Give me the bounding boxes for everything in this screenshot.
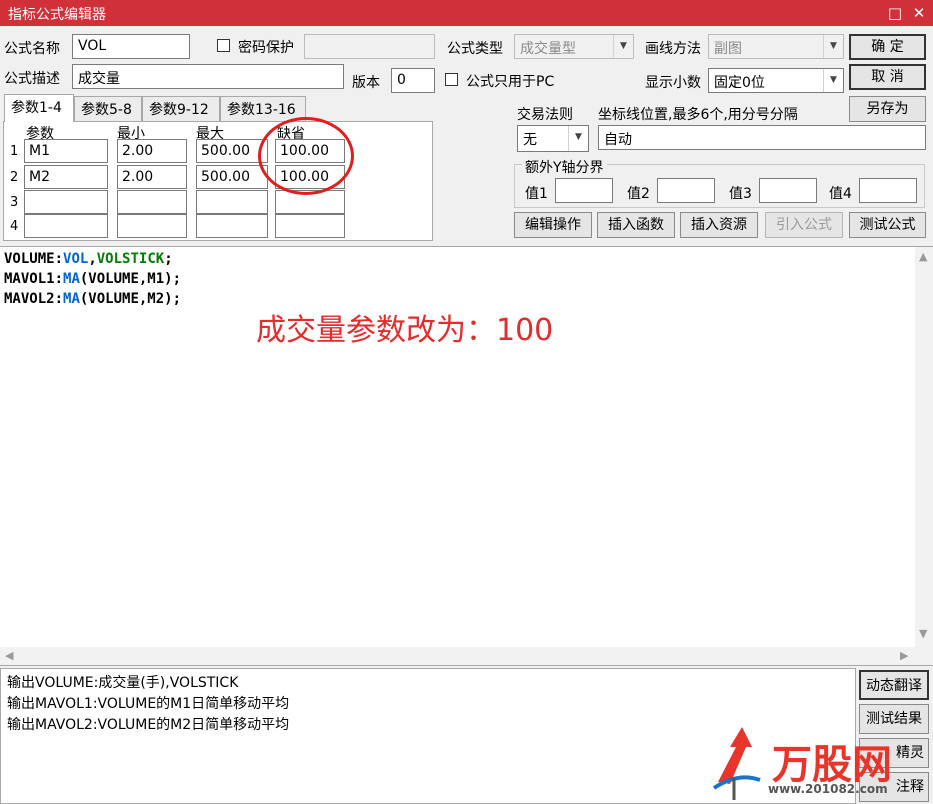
trade-rule-value: 无 bbox=[523, 132, 537, 148]
coord-input[interactable]: 自动 bbox=[598, 125, 926, 150]
param-name-cell[interactable]: M2 bbox=[24, 165, 108, 189]
formula-desc-label: 公式描述 bbox=[4, 71, 60, 87]
val1-input[interactable] bbox=[555, 178, 613, 203]
coord-label: 坐标线位置,最多6个,用分号分隔 bbox=[598, 107, 798, 123]
val1-label: 值1 bbox=[525, 186, 548, 202]
tab-params-9-12[interactable]: 参数9-12 bbox=[142, 96, 220, 121]
val2-input[interactable] bbox=[657, 178, 715, 203]
formula-name-label: 公式名称 bbox=[4, 41, 60, 57]
output-line: 输出MAVOL1:VOLUME的M1日简单移动平均 bbox=[7, 696, 290, 712]
row-number: 2 bbox=[10, 170, 19, 185]
title-bar: 指标公式编辑器 □ ✕ bbox=[0, 0, 933, 26]
scroll-up-icon[interactable]: ▲ bbox=[919, 250, 927, 263]
decimal-value: 固定0位 bbox=[714, 75, 765, 91]
output-line: 输出VOLUME:成交量(手),VOLSTICK bbox=[7, 675, 239, 691]
scroll-right-icon[interactable]: ▶ bbox=[900, 649, 908, 662]
chevron-down-icon: ▼ bbox=[568, 126, 588, 151]
tab-params-5-8[interactable]: 参数5-8 bbox=[74, 96, 142, 121]
param-name-cell[interactable] bbox=[24, 214, 108, 238]
decimal-select[interactable]: 固定0位 ▼ bbox=[708, 68, 844, 93]
edit-ops-button[interactable]: 编辑操作 bbox=[514, 212, 592, 238]
chevron-down-icon: ▼ bbox=[613, 35, 633, 58]
cancel-button[interactable]: 取 消 bbox=[849, 64, 926, 90]
vertical-scrollbar[interactable]: ▲ ▼ bbox=[915, 247, 933, 647]
draw-method-value: 副图 bbox=[714, 41, 742, 57]
val3-label: 值3 bbox=[729, 186, 752, 202]
pc-only-checkbox[interactable] bbox=[445, 73, 458, 86]
param-max-cell[interactable]: 500.00 bbox=[196, 165, 268, 189]
ok-button[interactable]: 确 定 bbox=[849, 34, 926, 60]
param-max-cell[interactable] bbox=[196, 214, 268, 238]
horizontal-scrollbar[interactable]: ◀ ▶ bbox=[0, 647, 933, 665]
version-input[interactable]: 0 bbox=[391, 68, 435, 93]
watermark-url: www.201082.com bbox=[768, 782, 888, 796]
watermark-logo: 万股网 www.201082.com bbox=[708, 722, 908, 802]
formula-type-select: 成交量型 ▼ bbox=[514, 34, 634, 59]
param-max-cell[interactable] bbox=[196, 190, 268, 214]
extra-y-label: 额外Y轴分界 bbox=[522, 157, 607, 177]
param-name-cell[interactable]: M1 bbox=[24, 139, 108, 163]
param-name-cell[interactable] bbox=[24, 190, 108, 214]
val2-label: 值2 bbox=[627, 186, 650, 202]
chevron-down-icon: ▼ bbox=[823, 69, 843, 92]
tab-params-1-4[interactable]: 参数1-4 bbox=[4, 94, 74, 122]
formula-desc-input[interactable]: 成交量 bbox=[72, 64, 344, 89]
val3-input[interactable] bbox=[759, 178, 817, 203]
draw-method-select: 副图 ▼ bbox=[708, 34, 844, 59]
close-icon[interactable]: ✕ bbox=[908, 2, 930, 24]
dynamic-translate-button[interactable]: 动态翻译 bbox=[859, 670, 929, 700]
password-checkbox[interactable] bbox=[217, 39, 230, 52]
draw-method-label: 画线方法 bbox=[645, 41, 701, 57]
val4-label: 值4 bbox=[829, 186, 852, 202]
arrow-logo-icon bbox=[712, 727, 761, 800]
import-formula-button[interactable]: 引入公式 bbox=[765, 212, 843, 238]
insert-resource-button[interactable]: 插入资源 bbox=[680, 212, 758, 238]
code-text[interactable]: VOLUME:VOL,VOLSTICK; MAVOL1:MA(VOLUME,M1… bbox=[4, 249, 181, 309]
trade-rule-select[interactable]: 无 ▼ bbox=[517, 125, 589, 152]
pc-only-label: 公式只用于PC bbox=[466, 74, 555, 90]
password-input bbox=[304, 34, 435, 59]
param-min-cell[interactable]: 2.00 bbox=[117, 165, 187, 189]
scroll-down-icon[interactable]: ▼ bbox=[919, 627, 927, 640]
params-panel: 参数 最小 最大 缺省 1 M1 2.00 500.00 100.00 2 M2… bbox=[3, 121, 433, 241]
formula-type-value: 成交量型 bbox=[520, 41, 576, 57]
chevron-down-icon: ▼ bbox=[823, 35, 843, 58]
save-as-button[interactable]: 另存为 bbox=[849, 96, 926, 122]
row-number: 3 bbox=[10, 195, 19, 210]
highlight-circle bbox=[258, 117, 354, 195]
param-min-cell[interactable] bbox=[117, 214, 187, 238]
insert-function-button[interactable]: 插入函数 bbox=[597, 212, 675, 238]
version-label: 版本 bbox=[352, 75, 380, 91]
param-default-cell[interactable] bbox=[275, 214, 345, 238]
trade-rule-label: 交易法则 bbox=[517, 107, 573, 123]
formula-name-input[interactable]: VOL bbox=[72, 34, 190, 59]
val4-input[interactable] bbox=[859, 178, 917, 203]
formula-type-label: 公式类型 bbox=[447, 41, 503, 57]
password-label: 密码保护 bbox=[238, 40, 294, 56]
row-number: 1 bbox=[10, 144, 19, 159]
scroll-left-icon[interactable]: ◀ bbox=[5, 649, 13, 662]
decimal-label: 显示小数 bbox=[645, 75, 701, 91]
test-formula-button[interactable]: 测试公式 bbox=[849, 212, 926, 238]
annotation-text: 成交量参数改为：100 bbox=[256, 313, 554, 348]
minimize-icon[interactable]: □ bbox=[884, 2, 906, 24]
row-number: 4 bbox=[10, 219, 19, 234]
param-min-cell[interactable]: 2.00 bbox=[117, 139, 187, 163]
param-min-cell[interactable] bbox=[117, 190, 187, 214]
window-title: 指标公式编辑器 bbox=[8, 7, 106, 23]
